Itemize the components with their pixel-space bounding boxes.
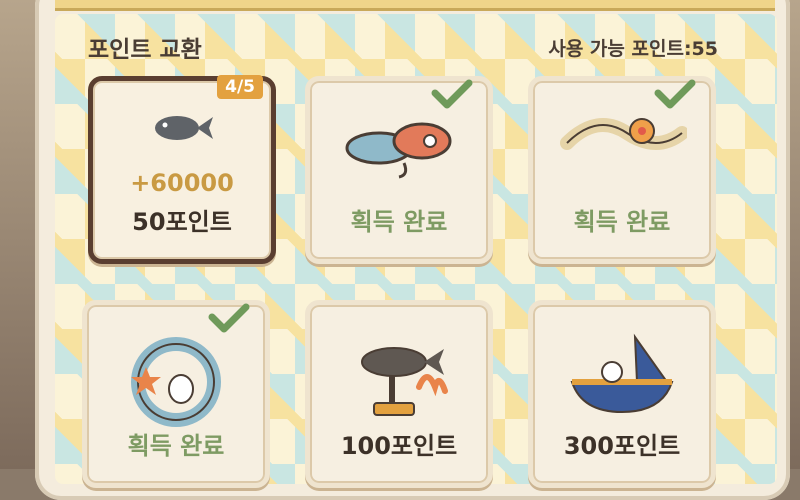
reward-card-gold[interactable]: 4/5 +60000 50포인트 <box>88 75 276 264</box>
fish-icon <box>155 116 213 140</box>
reward-card-wreath[interactable]: 획득 완료 <box>82 300 270 488</box>
reward-amount: +60000 <box>130 169 234 197</box>
boat-icon <box>570 333 674 414</box>
obtained-label: 획득 완료 <box>573 208 671 236</box>
ribbon-flower-icon <box>560 118 687 150</box>
available-points: 사용 가능 포인트:55 <box>548 38 718 60</box>
fish-trophy-icon <box>361 347 448 416</box>
reward-card-fish-trophy[interactable]: 100포인트 <box>305 300 493 488</box>
cost-label: 300포인트 <box>563 432 681 460</box>
progress-badge: 4/5 <box>217 75 263 99</box>
wreath-icon <box>131 337 221 427</box>
obtained-label: 획득 완료 <box>350 208 448 236</box>
reward-card-lure[interactable]: 획득 완료 <box>305 76 493 264</box>
panel-top-bar <box>55 0 775 11</box>
page-title: 포인트 교환 <box>88 37 202 63</box>
obtained-label: 획득 완료 <box>127 432 225 460</box>
cost-label: 50포인트 <box>132 208 232 236</box>
cost-label: 100포인트 <box>340 432 458 460</box>
reward-card-boat[interactable]: 300포인트 <box>528 300 716 488</box>
fishing-lure-icon <box>345 122 452 179</box>
reward-card-ribbon[interactable]: 획득 완료 <box>528 76 716 264</box>
